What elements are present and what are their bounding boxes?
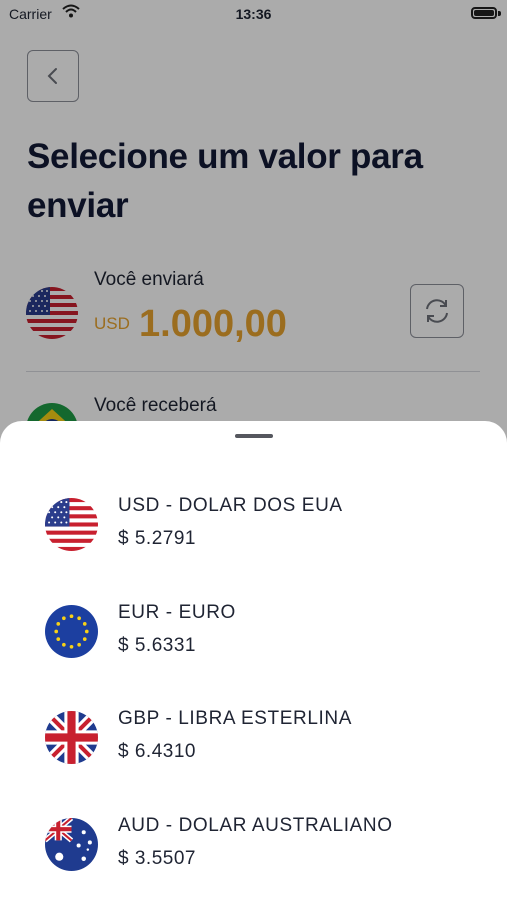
currency-rate: $ 6.4310 [118, 741, 196, 762]
eu-flag-icon [45, 605, 98, 658]
currency-rate: $ 5.6331 [118, 635, 196, 656]
currency-name: USD - DOLAR DOS EUA [118, 495, 343, 516]
uk-flag-icon [45, 711, 98, 764]
currency-option-gbp[interactable]: GBP - LIBRA ESTERLINA $ 6.4310 [45, 708, 475, 781]
currency-name: GBP - LIBRA ESTERLINA [118, 708, 352, 729]
currency-option-usd[interactable]: USD - DOLAR DOS EUA $ 5.2791 [45, 495, 475, 568]
au-flag-icon [45, 818, 98, 871]
sheet-drag-handle[interactable] [235, 434, 273, 438]
currency-bottom-sheet: USD - DOLAR DOS EUA $ 5.2791 EUR - EURO … [0, 421, 507, 900]
currency-rate: $ 3.5507 [118, 848, 196, 869]
us-flag-icon [45, 498, 98, 551]
currency-rate: $ 5.2791 [118, 528, 196, 549]
currency-name: AUD - DOLAR AUSTRALIANO [118, 815, 393, 836]
currency-name: EUR - EURO [118, 602, 236, 623]
currency-option-eur[interactable]: EUR - EURO $ 5.6331 [45, 602, 475, 675]
currency-option-aud[interactable]: AUD - DOLAR AUSTRALIANO $ 3.5507 [45, 815, 475, 888]
